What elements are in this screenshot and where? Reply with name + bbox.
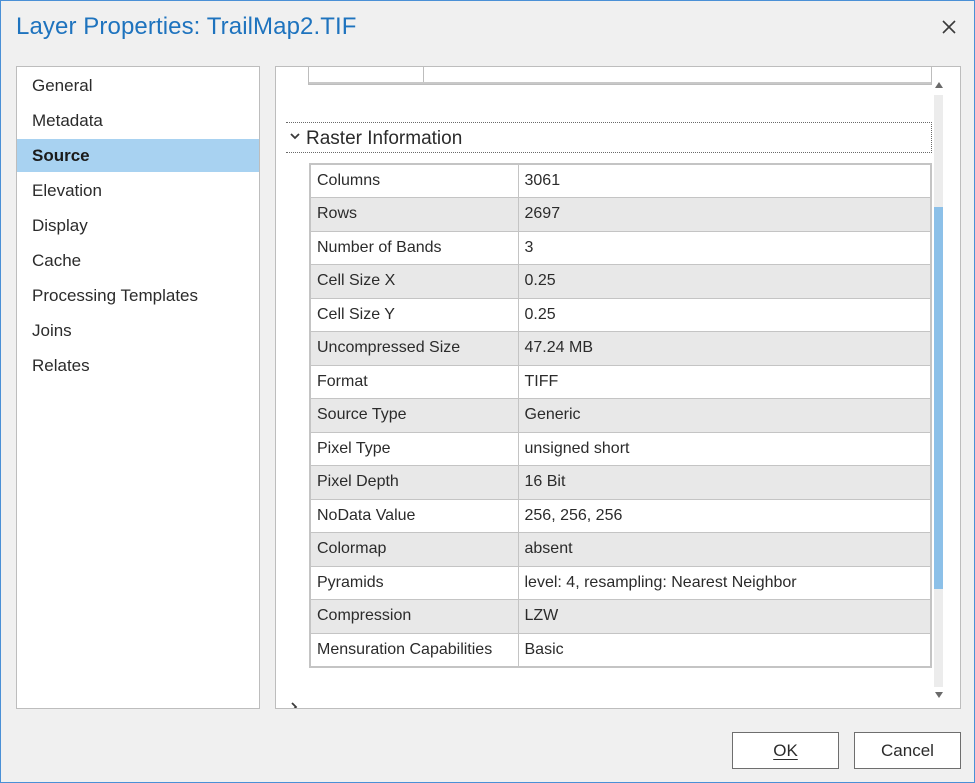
table-row: Pixel Type unsigned short [309, 431, 932, 466]
table-row: Cell Size Y 0.25 [309, 297, 932, 332]
ok-button-label: OK [773, 740, 798, 760]
table-row: Number of Bands 3 [309, 230, 932, 265]
chevron-down-icon [290, 133, 300, 140]
sidebar-item-relates[interactable]: Relates [17, 349, 259, 382]
property-value: 256, 256, 256 [517, 498, 932, 533]
table-row: Cell Size X 0.25 [309, 264, 932, 299]
property-value: Basic [517, 632, 932, 667]
table-row: Uncompressed Size 47.24 MB [309, 331, 932, 366]
property-name: NoData Value [309, 498, 519, 533]
table-row: Pyramids level: 4, resampling: Nearest Ne… [309, 565, 932, 600]
dialog-title: Layer Properties: TrailMap2.TIF [16, 13, 357, 40]
previous-table-separator [423, 67, 424, 83]
chevron-right-icon [291, 702, 298, 708]
section-title: Raster Information [306, 128, 463, 149]
property-value: TIFF [517, 364, 932, 399]
property-value: unsigned short [517, 431, 932, 466]
property-name: Pixel Depth [309, 465, 519, 500]
property-value: Generic [517, 398, 932, 433]
table-row: Compression LZW [309, 599, 932, 634]
table-row: Mensuration Capabilities Basic [309, 632, 932, 667]
sidebar-item-processing-templates[interactable]: Processing Templates [17, 279, 259, 312]
property-value: 2697 [517, 197, 932, 232]
previous-section-table-edge [308, 67, 932, 85]
sidebar-item-elevation[interactable]: Elevation [17, 174, 259, 207]
source-pane: Raster Information Columns 3061 Rows 2697 Nu… [275, 66, 961, 709]
sidebar-item-general[interactable]: General [17, 69, 259, 102]
property-name: Mensuration Capabilities [309, 632, 519, 667]
property-value: 0.25 [517, 297, 932, 332]
property-value: 16 Bit [517, 465, 932, 500]
sidebar-nav: General Metadata Source Elevation Display Cac… [16, 66, 260, 709]
property-name: Columns [309, 163, 519, 198]
property-value: absent [517, 532, 932, 567]
sidebar-item-display[interactable]: Display [17, 209, 259, 242]
cancel-button-label: Cancel [881, 740, 934, 760]
scroll-up-arrow-icon[interactable] [932, 79, 946, 91]
raster-info-table: Columns 3061 Rows 2697 Number of Bands 3 Cell … [309, 163, 932, 668]
property-value: 3061 [517, 163, 932, 198]
table-row: Pixel Depth 16 Bit [309, 465, 932, 500]
layer-properties-dialog: Layer Properties: TrailMap2.TIF General M… [0, 0, 975, 783]
property-name: Cell Size X [309, 264, 519, 299]
sidebar-item-source[interactable]: Source [17, 139, 259, 172]
ok-button[interactable]: OK [732, 732, 839, 769]
table-row: Source Type Generic [309, 398, 932, 433]
vertical-scrollbar[interactable] [931, 77, 948, 705]
property-name: Cell Size Y [309, 297, 519, 332]
table-row: Colormap absent [309, 532, 932, 567]
sidebar-item-cache[interactable]: Cache [17, 244, 259, 277]
property-name: Compression [309, 599, 519, 634]
cancel-button[interactable]: Cancel [854, 732, 961, 769]
property-name: Pixel Type [309, 431, 519, 466]
property-name: Source Type [309, 398, 519, 433]
table-row: NoData Value 256, 256, 256 [309, 498, 932, 533]
sidebar-item-joins[interactable]: Joins [17, 314, 259, 347]
property-value: level: 4, resampling: Nearest Neighbor [517, 565, 932, 600]
property-value: 47.24 MB [517, 331, 932, 366]
next-section-header-partial[interactable] [286, 691, 486, 708]
property-name: Colormap [309, 532, 519, 567]
property-name: Format [309, 364, 519, 399]
table-row: Format TIFF [309, 364, 932, 399]
scroll-down-arrow-icon[interactable] [932, 689, 946, 701]
title-bar: Layer Properties: TrailMap2.TIF [1, 1, 974, 57]
property-name: Rows [309, 197, 519, 232]
close-icon [942, 20, 956, 34]
property-value: 3 [517, 230, 932, 265]
scrollbar-thumb[interactable] [934, 207, 943, 589]
property-value: LZW [517, 599, 932, 634]
property-value: 0.25 [517, 264, 932, 299]
sidebar-item-metadata[interactable]: Metadata [17, 104, 259, 137]
close-button[interactable] [935, 13, 963, 41]
previous-table-underline [309, 82, 931, 84]
table-row: Columns 3061 [309, 163, 932, 198]
property-name: Uncompressed Size [309, 331, 519, 366]
table-row: Rows 2697 [309, 197, 932, 232]
property-name: Number of Bands [309, 230, 519, 265]
property-name: Pyramids [309, 565, 519, 600]
raster-information-header[interactable]: Raster Information [286, 122, 932, 153]
